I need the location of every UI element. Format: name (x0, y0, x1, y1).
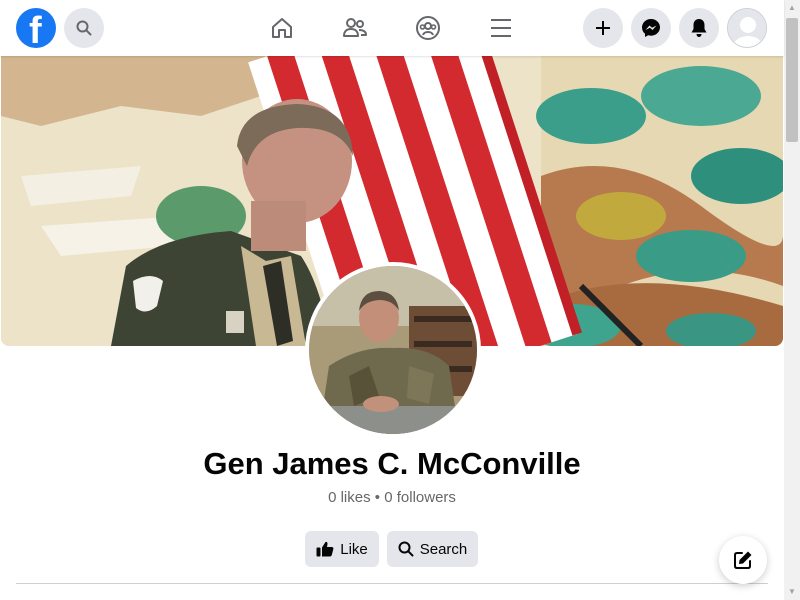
bell-icon (691, 19, 707, 37)
search-icon (76, 20, 92, 36)
compose-message-button[interactable] (719, 536, 767, 584)
create-button[interactable] (583, 8, 623, 48)
notifications-button[interactable] (679, 8, 719, 48)
friends-tab[interactable] (339, 12, 371, 44)
plus-icon (596, 21, 610, 35)
facebook-logo-letter: f (29, 10, 42, 48)
messenger-button[interactable] (631, 8, 671, 48)
profile-picture[interactable] (305, 262, 481, 438)
page-title: Gen James C. McConville (203, 446, 581, 481)
followers-count[interactable]: 0 followers (384, 489, 456, 506)
like-button-label: Like (340, 540, 368, 558)
friends-icon (343, 18, 367, 37)
scroll-down-arrow[interactable]: ▼ (784, 584, 800, 600)
search-page-button[interactable]: Search (387, 531, 478, 567)
messenger-icon (642, 19, 660, 37)
page-stats: 0 likes • 0 followers (0, 489, 784, 506)
search-icon (398, 541, 414, 557)
thumbs-up-icon (316, 541, 334, 557)
likes-count[interactable]: 0 likes (328, 489, 371, 506)
home-tab[interactable] (266, 12, 298, 44)
page-scrollbar-thumb[interactable] (786, 18, 798, 142)
groups-tab[interactable] (412, 12, 444, 44)
menu-tab[interactable] (485, 12, 517, 44)
groups-icon (416, 16, 440, 40)
profile-picture-image (309, 266, 477, 434)
menu-icon (491, 19, 511, 37)
like-button[interactable]: Like (305, 531, 379, 567)
avatar (728, 9, 766, 47)
top-navigation-bar: f (0, 0, 784, 56)
account-avatar[interactable] (727, 8, 767, 48)
stats-separator: • (374, 489, 381, 506)
search-button-label: Search (419, 540, 468, 558)
scroll-up-arrow[interactable]: ▲ (784, 0, 800, 16)
section-divider (16, 583, 768, 584)
search-button[interactable] (64, 8, 104, 48)
home-icon (272, 18, 292, 38)
facebook-logo[interactable]: f (16, 8, 56, 48)
compose-icon (734, 551, 752, 569)
